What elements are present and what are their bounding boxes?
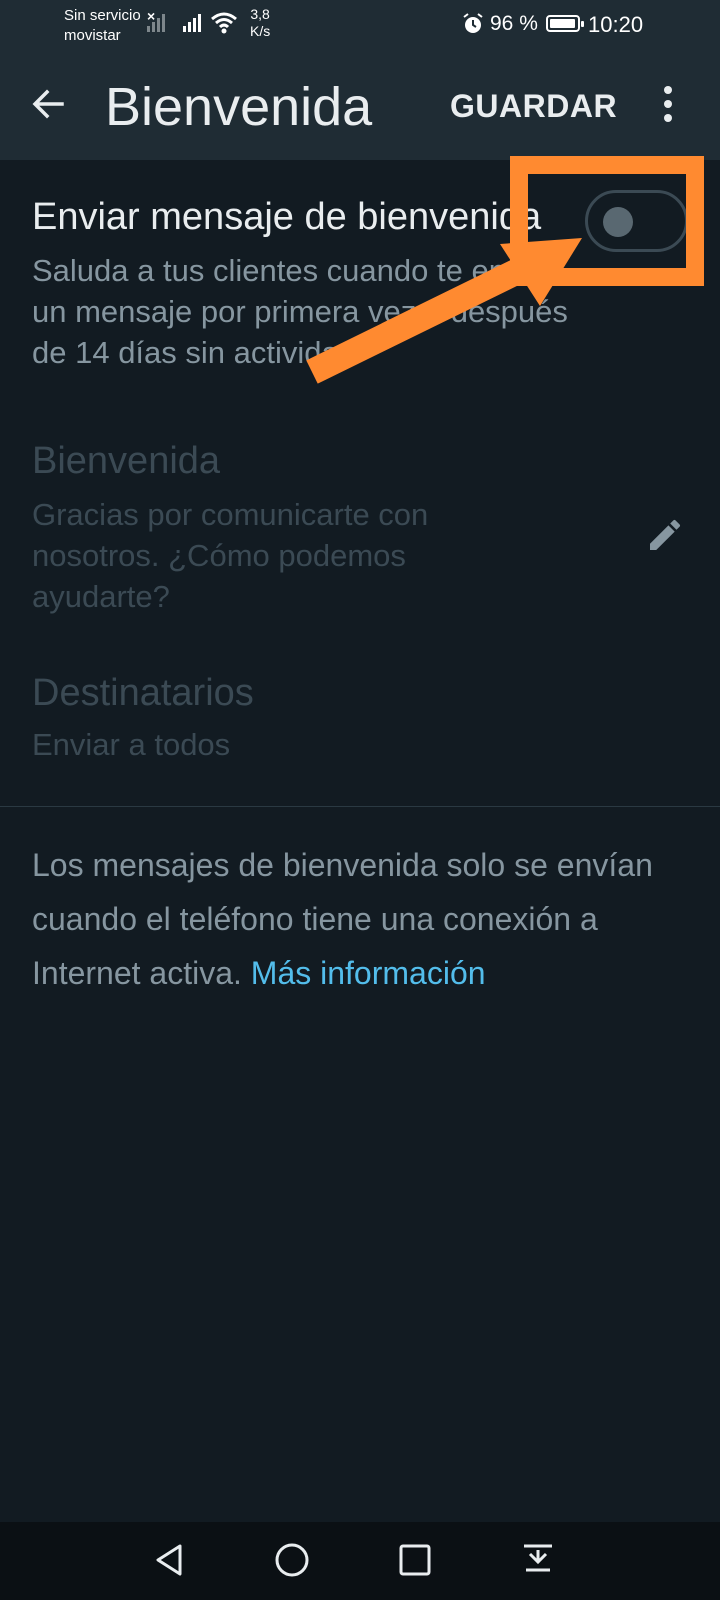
welcome-message-title: Bienvenida <box>32 440 221 482</box>
save-button[interactable]: GUARDAR <box>450 88 617 125</box>
recipients-title: Destinatarios <box>32 672 254 714</box>
battery-icon <box>546 15 584 32</box>
more-vert-icon[interactable] <box>660 84 676 124</box>
clock: 10:20 <box>588 12 644 37</box>
carrier-info: Sin servicio movistar <box>64 6 141 46</box>
page-title: Bienvenida <box>105 77 373 137</box>
back-triangle-icon[interactable] <box>150 1540 190 1580</box>
app-bar: Bienvenida GUARDAR <box>0 50 720 160</box>
recents-square-icon[interactable] <box>395 1540 435 1580</box>
speed-value: 3,8 <box>250 6 270 22</box>
home-circle-icon[interactable] <box>272 1540 312 1580</box>
alarm-icon <box>463 13 483 33</box>
notification-pull-icon[interactable] <box>518 1540 558 1580</box>
recipients-value: Enviar a todos <box>32 727 231 762</box>
more-info-link[interactable]: Más información <box>251 955 486 991</box>
carrier-name: movistar <box>64 27 121 44</box>
wifi-icon <box>211 12 237 34</box>
arrow-back-icon[interactable] <box>30 86 66 122</box>
battery-percent: 96 % <box>490 12 538 35</box>
welcome-toggle-subtitle: Saluda a tus clientes cuando te envíen u… <box>32 253 568 370</box>
battery-fill <box>550 19 575 28</box>
info-text: Los mensajes de bienvenida solo se envía… <box>32 838 672 1000</box>
pencil-icon[interactable] <box>645 515 685 555</box>
carrier-status: Sin servicio <box>64 7 141 24</box>
welcome-message-body: Gracias por comunicarte con nosotros. ¿C… <box>32 497 429 614</box>
system-nav-bar <box>0 1522 720 1600</box>
divider <box>0 806 720 807</box>
network-speed: 3,8 K/s <box>250 6 270 40</box>
status-bar: Sin servicio movistar × 3,8 K/s 96 % 10:… <box>0 0 720 50</box>
speed-unit: K/s <box>250 23 271 39</box>
signal-icon-sim1 <box>147 12 165 32</box>
annotation-highlight-box <box>510 156 704 286</box>
welcome-toggle-title: Enviar mensaje de bienvenida <box>32 196 542 238</box>
signal-icon-sim2 <box>183 12 201 32</box>
